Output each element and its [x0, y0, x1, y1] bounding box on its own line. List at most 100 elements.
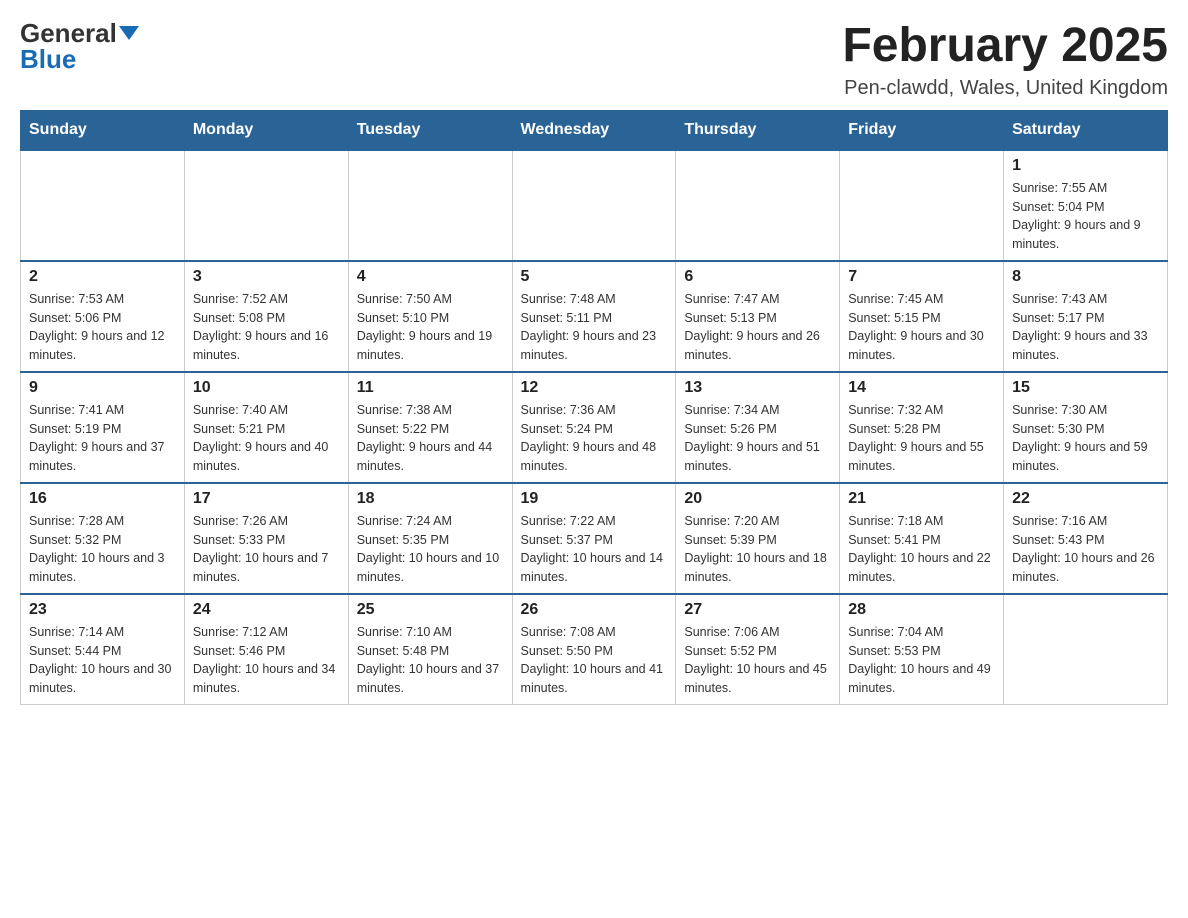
day-number: 13 [684, 379, 831, 397]
day-info: Sunrise: 7:43 AMSunset: 5:17 PMDaylight:… [1012, 290, 1159, 365]
calendar-cell: 20 Sunrise: 7:20 AMSunset: 5:39 PMDayligh… [676, 483, 840, 594]
calendar-cell: 4 Sunrise: 7:50 AMSunset: 5:10 PMDaylight… [348, 261, 512, 372]
day-info: Sunrise: 7:22 AMSunset: 5:37 PMDaylight:… [521, 512, 668, 587]
day-number: 24 [193, 601, 340, 619]
day-info: Sunrise: 7:36 AMSunset: 5:24 PMDaylight:… [521, 401, 668, 476]
day-number: 12 [521, 379, 668, 397]
day-info: Sunrise: 7:41 AMSunset: 5:19 PMDaylight:… [29, 401, 176, 476]
page-header: General Blue February 2025 Pen-clawdd, W… [20, 20, 1168, 100]
calendar-cell: 1 Sunrise: 7:55 AMSunset: 5:04 PMDaylight… [1004, 150, 1168, 261]
day-info: Sunrise: 7:48 AMSunset: 5:11 PMDaylight:… [521, 290, 668, 365]
day-number: 8 [1012, 268, 1159, 286]
day-info: Sunrise: 7:30 AMSunset: 5:30 PMDaylight:… [1012, 401, 1159, 476]
calendar-cell: 11 Sunrise: 7:38 AMSunset: 5:22 PMDayligh… [348, 372, 512, 483]
day-info: Sunrise: 7:12 AMSunset: 5:46 PMDaylight:… [193, 623, 340, 698]
day-info: Sunrise: 7:50 AMSunset: 5:10 PMDaylight:… [357, 290, 504, 365]
day-info: Sunrise: 7:40 AMSunset: 5:21 PMDaylight:… [193, 401, 340, 476]
logo-blue-text: Blue [20, 46, 76, 72]
day-info: Sunrise: 7:52 AMSunset: 5:08 PMDaylight:… [193, 290, 340, 365]
calendar-cell: 2 Sunrise: 7:53 AMSunset: 5:06 PMDaylight… [21, 261, 185, 372]
day-info: Sunrise: 7:53 AMSunset: 5:06 PMDaylight:… [29, 290, 176, 365]
calendar-body: 1 Sunrise: 7:55 AMSunset: 5:04 PMDaylight… [21, 150, 1168, 705]
day-info: Sunrise: 7:47 AMSunset: 5:13 PMDaylight:… [684, 290, 831, 365]
week-row-4: 23 Sunrise: 7:14 AMSunset: 5:44 PMDayligh… [21, 594, 1168, 705]
day-number: 16 [29, 490, 176, 508]
calendar-cell: 16 Sunrise: 7:28 AMSunset: 5:32 PMDayligh… [21, 483, 185, 594]
calendar-cell: 9 Sunrise: 7:41 AMSunset: 5:19 PMDaylight… [21, 372, 185, 483]
day-number: 4 [357, 268, 504, 286]
day-number: 26 [521, 601, 668, 619]
day-number: 15 [1012, 379, 1159, 397]
calendar-cell [21, 150, 185, 261]
day-header-row: SundayMondayTuesdayWednesdayThursdayFrid… [21, 110, 1168, 150]
day-number: 27 [684, 601, 831, 619]
day-number: 5 [521, 268, 668, 286]
day-number: 1 [1012, 157, 1159, 175]
calendar-cell [184, 150, 348, 261]
day-number: 14 [848, 379, 995, 397]
calendar-cell: 23 Sunrise: 7:14 AMSunset: 5:44 PMDayligh… [21, 594, 185, 705]
calendar-cell: 27 Sunrise: 7:06 AMSunset: 5:52 PMDayligh… [676, 594, 840, 705]
location-subtitle: Pen-clawdd, Wales, United Kingdom [842, 77, 1168, 100]
day-header-friday: Friday [840, 110, 1004, 150]
calendar-cell: 8 Sunrise: 7:43 AMSunset: 5:17 PMDaylight… [1004, 261, 1168, 372]
title-block: February 2025 Pen-clawdd, Wales, United … [842, 20, 1168, 100]
calendar-cell [348, 150, 512, 261]
logo: General Blue [20, 20, 139, 72]
day-number: 18 [357, 490, 504, 508]
day-info: Sunrise: 7:34 AMSunset: 5:26 PMDaylight:… [684, 401, 831, 476]
week-row-1: 2 Sunrise: 7:53 AMSunset: 5:06 PMDaylight… [21, 261, 1168, 372]
day-number: 23 [29, 601, 176, 619]
day-info: Sunrise: 7:24 AMSunset: 5:35 PMDaylight:… [357, 512, 504, 587]
logo-arrow-icon [119, 26, 139, 40]
day-info: Sunrise: 7:28 AMSunset: 5:32 PMDaylight:… [29, 512, 176, 587]
day-info: Sunrise: 7:38 AMSunset: 5:22 PMDaylight:… [357, 401, 504, 476]
calendar-cell [840, 150, 1004, 261]
day-number: 22 [1012, 490, 1159, 508]
day-number: 11 [357, 379, 504, 397]
day-number: 7 [848, 268, 995, 286]
day-number: 3 [193, 268, 340, 286]
calendar-cell: 5 Sunrise: 7:48 AMSunset: 5:11 PMDaylight… [512, 261, 676, 372]
calendar-cell: 7 Sunrise: 7:45 AMSunset: 5:15 PMDaylight… [840, 261, 1004, 372]
day-info: Sunrise: 7:20 AMSunset: 5:39 PMDaylight:… [684, 512, 831, 587]
calendar-cell [512, 150, 676, 261]
calendar-table: SundayMondayTuesdayWednesdayThursdayFrid… [20, 110, 1168, 705]
day-number: 10 [193, 379, 340, 397]
day-info: Sunrise: 7:18 AMSunset: 5:41 PMDaylight:… [848, 512, 995, 587]
day-info: Sunrise: 7:45 AMSunset: 5:15 PMDaylight:… [848, 290, 995, 365]
calendar-cell: 15 Sunrise: 7:30 AMSunset: 5:30 PMDayligh… [1004, 372, 1168, 483]
day-header-tuesday: Tuesday [348, 110, 512, 150]
calendar-cell: 17 Sunrise: 7:26 AMSunset: 5:33 PMDayligh… [184, 483, 348, 594]
calendar-cell: 3 Sunrise: 7:52 AMSunset: 5:08 PMDaylight… [184, 261, 348, 372]
day-info: Sunrise: 7:16 AMSunset: 5:43 PMDaylight:… [1012, 512, 1159, 587]
week-row-3: 16 Sunrise: 7:28 AMSunset: 5:32 PMDayligh… [21, 483, 1168, 594]
day-number: 19 [521, 490, 668, 508]
day-number: 2 [29, 268, 176, 286]
day-info: Sunrise: 7:14 AMSunset: 5:44 PMDaylight:… [29, 623, 176, 698]
day-info: Sunrise: 7:06 AMSunset: 5:52 PMDaylight:… [684, 623, 831, 698]
calendar-cell: 25 Sunrise: 7:10 AMSunset: 5:48 PMDayligh… [348, 594, 512, 705]
day-number: 25 [357, 601, 504, 619]
calendar-cell [1004, 594, 1168, 705]
day-info: Sunrise: 7:26 AMSunset: 5:33 PMDaylight:… [193, 512, 340, 587]
calendar-cell: 6 Sunrise: 7:47 AMSunset: 5:13 PMDaylight… [676, 261, 840, 372]
day-info: Sunrise: 7:32 AMSunset: 5:28 PMDaylight:… [848, 401, 995, 476]
day-number: 21 [848, 490, 995, 508]
calendar-cell: 13 Sunrise: 7:34 AMSunset: 5:26 PMDayligh… [676, 372, 840, 483]
calendar-cell: 18 Sunrise: 7:24 AMSunset: 5:35 PMDayligh… [348, 483, 512, 594]
day-number: 17 [193, 490, 340, 508]
calendar-cell: 10 Sunrise: 7:40 AMSunset: 5:21 PMDayligh… [184, 372, 348, 483]
day-number: 6 [684, 268, 831, 286]
day-number: 28 [848, 601, 995, 619]
calendar-cell: 14 Sunrise: 7:32 AMSunset: 5:28 PMDayligh… [840, 372, 1004, 483]
calendar-cell: 19 Sunrise: 7:22 AMSunset: 5:37 PMDayligh… [512, 483, 676, 594]
day-info: Sunrise: 7:08 AMSunset: 5:50 PMDaylight:… [521, 623, 668, 698]
calendar-header: SundayMondayTuesdayWednesdayThursdayFrid… [21, 110, 1168, 150]
day-info: Sunrise: 7:10 AMSunset: 5:48 PMDaylight:… [357, 623, 504, 698]
week-row-2: 9 Sunrise: 7:41 AMSunset: 5:19 PMDaylight… [21, 372, 1168, 483]
day-info: Sunrise: 7:55 AMSunset: 5:04 PMDaylight:… [1012, 179, 1159, 254]
day-header-saturday: Saturday [1004, 110, 1168, 150]
day-number: 20 [684, 490, 831, 508]
day-number: 9 [29, 379, 176, 397]
